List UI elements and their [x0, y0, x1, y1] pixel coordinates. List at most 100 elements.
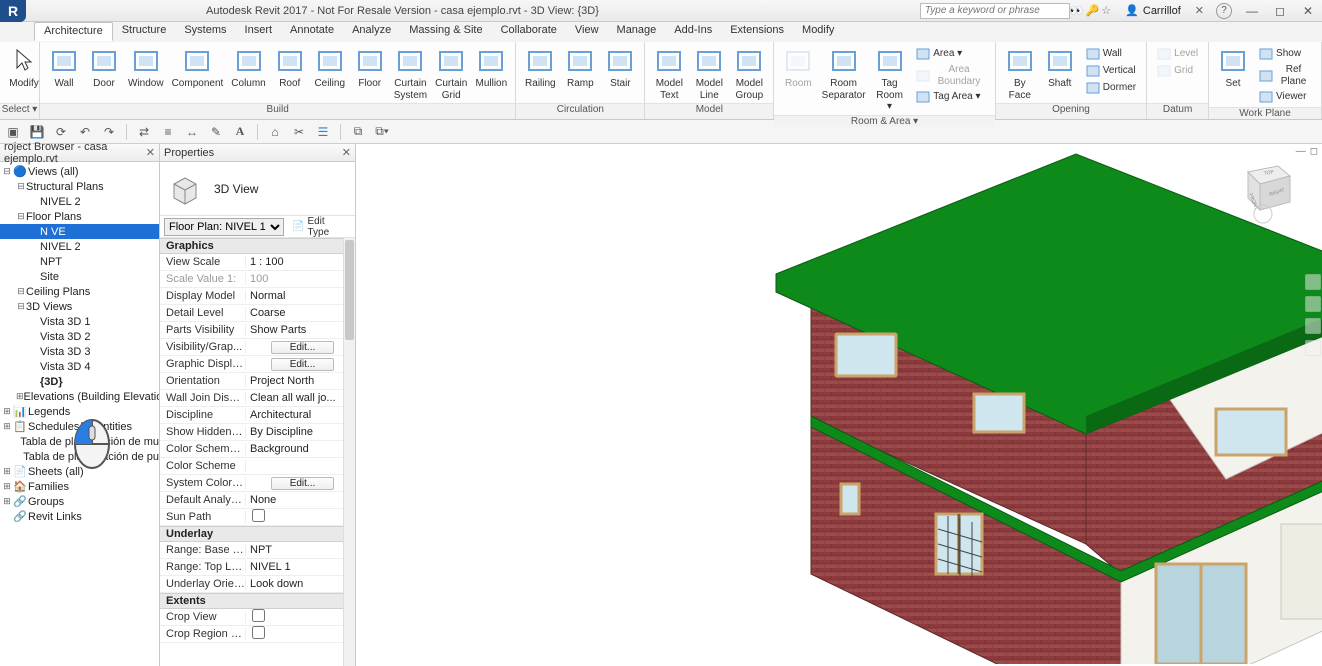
ribbon-tab-structure[interactable]: Structure	[113, 22, 176, 41]
model-model-line[interactable]: ModelLine	[689, 44, 729, 103]
tree-item-vista-3d-2[interactable]: Vista 3D 2	[0, 329, 159, 344]
build-floor[interactable]: Floor	[350, 44, 390, 92]
close-button[interactable]: ✕	[1294, 4, 1322, 18]
wp-show[interactable]: Show	[1256, 46, 1314, 62]
minimize-button[interactable]: —	[1238, 4, 1266, 18]
wp-set[interactable]: Set	[1213, 44, 1253, 92]
qat-thinlines-icon[interactable]: ☰	[314, 123, 332, 141]
tree-twisty-icon[interactable]: ⊟	[16, 301, 26, 312]
build-ceiling[interactable]: Ceiling	[310, 44, 350, 92]
tree-item-site[interactable]: Site	[0, 269, 159, 284]
tree-item-groups[interactable]: ⊞🔗Groups	[0, 494, 159, 509]
navigation-bar[interactable]	[1305, 274, 1321, 356]
prop-sun-path[interactable]: Sun Path	[160, 509, 355, 526]
infocenter-search-input[interactable]	[920, 3, 1070, 19]
tree-twisty-icon[interactable]: ⊞	[2, 421, 12, 432]
prop-detail-level[interactable]: Detail LevelCoarse	[160, 305, 355, 322]
tree-item-elevations-building-elevatio[interactable]: ⊞Elevations (Building Elevatio	[0, 389, 159, 404]
tree-twisty-icon[interactable]: ⊟	[16, 211, 26, 222]
prop-parts-visibility[interactable]: Parts VisibilityShow Parts	[160, 322, 355, 339]
tree-item-3d-views[interactable]: ⊟3D Views	[0, 299, 159, 314]
maximize-button[interactable]: ◻	[1266, 4, 1294, 18]
circ-railing[interactable]: Railing	[520, 44, 560, 92]
ribbon-tab-architecture[interactable]: Architecture	[34, 22, 113, 41]
project-browser-tree[interactable]: ⊟🔵Views (all)⊟Structural PlansNIVEL 2⊟Fl…	[0, 162, 159, 526]
build-column[interactable]: Column	[227, 44, 269, 92]
ribbon-tab-systems[interactable]: Systems	[175, 22, 235, 41]
open-dormer[interactable]: Dormer	[1083, 80, 1139, 96]
tree-item-legends[interactable]: ⊞📊Legends	[0, 404, 159, 419]
tree-item-structural-plans[interactable]: ⊟Structural Plans	[0, 179, 159, 194]
tree-item-nivel-2[interactable]: NIVEL 2	[0, 194, 159, 209]
ribbon-tab-view[interactable]: View	[566, 22, 608, 41]
qat-switch2-icon[interactable]: ⧉▾	[373, 123, 391, 141]
tree-twisty-icon[interactable]: ⊞	[2, 466, 12, 477]
room-room-separator[interactable]: RoomSeparator	[818, 44, 869, 115]
prop-display-model[interactable]: Display ModelNormal	[160, 288, 355, 305]
prop-crop-view[interactable]: Crop View	[160, 609, 355, 626]
build-roof[interactable]: Roof	[270, 44, 310, 92]
properties-scrollbar[interactable]	[343, 238, 355, 666]
qat-align-icon[interactable]: ≡	[159, 123, 177, 141]
nav-orbit-icon[interactable]	[1305, 340, 1321, 356]
viewcube[interactable]: TOP FRONT RIGHT	[1228, 154, 1298, 224]
prop-color-scheme[interactable]: Color Scheme	[160, 458, 355, 475]
3d-viewport[interactable]: — ◻	[356, 144, 1322, 666]
modify-button[interactable]: Modify	[4, 44, 44, 92]
ribbon-tab-annotate[interactable]: Annotate	[281, 22, 343, 41]
ribbon-tab-modify[interactable]: Modify	[793, 22, 843, 41]
prop-discipline[interactable]: DisciplineArchitectural	[160, 407, 355, 424]
prop-show-hidden-l[interactable]: Show Hidden L...By Discipline	[160, 424, 355, 441]
room-area[interactable]: Area ▾	[913, 46, 988, 62]
prop-visibility-grap[interactable]: Visibility/Grap...Edit...	[160, 339, 355, 356]
tree-item-schedules-quantities[interactable]: ⊞📋Schedules/Quantities	[0, 419, 159, 434]
tree-item-3d[interactable]: {3D}	[0, 374, 159, 389]
tree-item-ceiling-plans[interactable]: ⊟Ceiling Plans	[0, 284, 159, 299]
build-window[interactable]: Window	[124, 44, 168, 92]
qat-redo-icon[interactable]: ↷	[100, 123, 118, 141]
tree-twisty-icon[interactable]: ⊟	[2, 166, 12, 177]
tree-item-vista-3d-4[interactable]: Vista 3D 4	[0, 359, 159, 374]
tree-twisty-icon[interactable]: ⊞	[16, 391, 24, 402]
qat-close-icon[interactable]: ⧉	[349, 123, 367, 141]
room-tag-room[interactable]: TagRoom ▾	[869, 44, 910, 115]
app-menu-button[interactable]: R	[0, 0, 26, 22]
prop-check-sun-path[interactable]	[252, 509, 265, 522]
panel-label-room-area[interactable]: Room & Area ▾	[774, 115, 994, 127]
build-mullion[interactable]: Mullion	[471, 44, 511, 92]
ribbon-tab-manage[interactable]: Manage	[608, 22, 666, 41]
tree-item-tabla-de-planificaci-n-de-pu[interactable]: Tabla de planificación de pu	[0, 449, 159, 464]
build-curtain-system[interactable]: CurtainSystem	[390, 44, 431, 103]
qat-switch-icon[interactable]: ⇄	[135, 123, 153, 141]
qat-save-icon[interactable]: 💾	[28, 123, 46, 141]
tree-twisty-icon[interactable]: ⊞	[2, 496, 12, 507]
qat-text-icon[interactable]: A	[231, 123, 249, 141]
tree-item-views-all[interactable]: ⊟🔵Views (all)	[0, 164, 159, 179]
ribbon-tab-insert[interactable]: Insert	[236, 22, 282, 41]
tree-item-sheets-all[interactable]: ⊞📄Sheets (all)	[0, 464, 159, 479]
nav-wheel-icon[interactable]	[1305, 274, 1321, 290]
tree-item-vista-3d-3[interactable]: Vista 3D 3	[0, 344, 159, 359]
tree-item-npt[interactable]: NPT	[0, 254, 159, 269]
exchange-icon[interactable]: ✕	[1195, 4, 1204, 17]
qat-dim-icon[interactable]: ↔	[183, 123, 201, 141]
prop-check-crop-view[interactable]	[252, 609, 265, 622]
prop-range-base-le[interactable]: Range: Base Le...NPT	[160, 542, 355, 559]
tree-item-nivel-2[interactable]: NIVEL 2	[0, 239, 159, 254]
build-wall[interactable]: Wall	[44, 44, 84, 92]
tree-twisty-icon[interactable]: ⊟	[16, 181, 26, 192]
ribbon-tab-analyze[interactable]: Analyze	[343, 22, 400, 41]
prop-color-scheme[interactable]: Color Scheme ...Background	[160, 441, 355, 458]
ribbon-tab-extensions[interactable]: Extensions	[721, 22, 793, 41]
tree-twisty-icon[interactable]: ⊞	[2, 481, 12, 492]
open-wall[interactable]: Wall	[1083, 46, 1139, 62]
circ-stair[interactable]: Stair	[600, 44, 640, 92]
binoculars-icon[interactable]: 👀	[1070, 4, 1084, 17]
prop-check-crop-region-vi[interactable]	[252, 626, 265, 639]
prop-range-top-lev[interactable]: Range: Top Lev...NIVEL 1	[160, 559, 355, 576]
prop-view-scale[interactable]: View Scale1 : 100	[160, 254, 355, 271]
qat-3d-icon[interactable]: ⌂	[266, 123, 284, 141]
qat-undo-icon[interactable]: ↶	[76, 123, 94, 141]
panel-label-select[interactable]: Select ▾	[0, 103, 39, 119]
tree-item-floor-plans[interactable]: ⊟Floor Plans	[0, 209, 159, 224]
